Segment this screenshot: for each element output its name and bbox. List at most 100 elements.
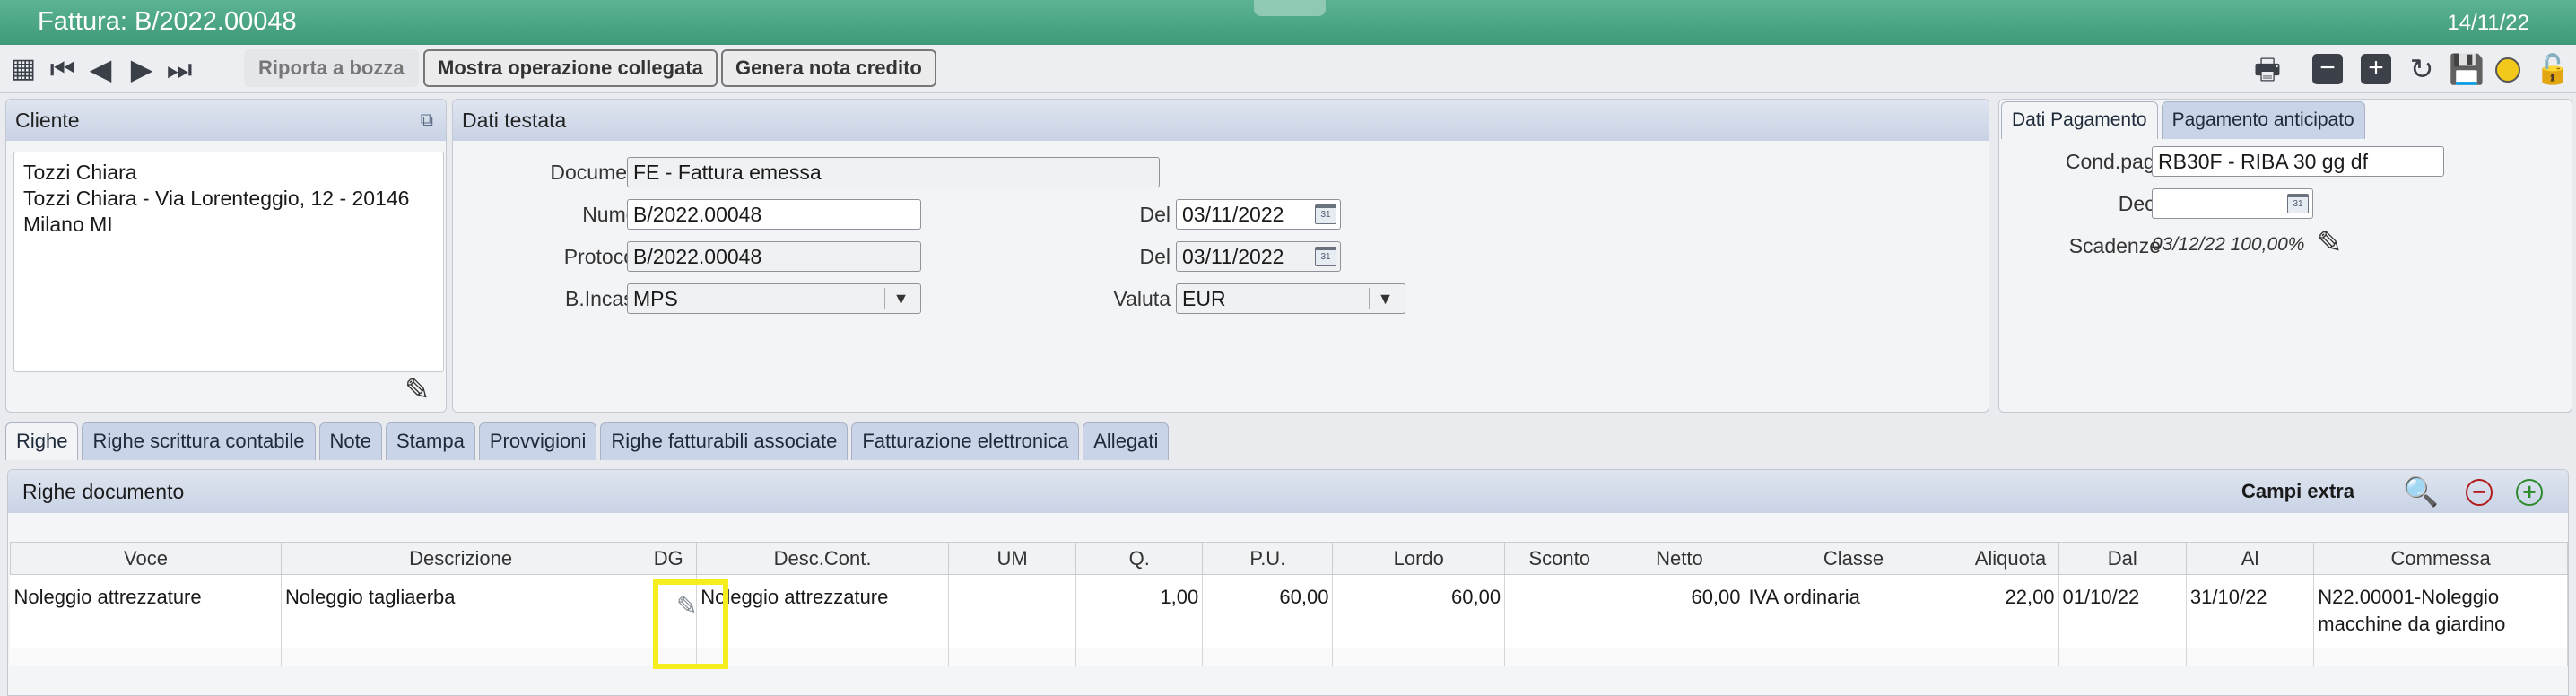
testata-panel: Dati testata Documento FE - Fattura emes… <box>452 99 1989 413</box>
edit-pencil-icon[interactable]: ✎ <box>2317 225 2343 261</box>
tab-fatturazione-elettronica[interactable]: Fatturazione elettronica <box>851 422 1080 460</box>
cell-descrizione[interactable]: Noleggio tagliaerba <box>281 574 641 648</box>
window-drag-handle[interactable] <box>1254 0 1326 16</box>
genera-nota-credito-button[interactable]: Genera nota credito <box>721 49 936 87</box>
chevron-down-icon[interactable]: ▼ <box>884 288 917 309</box>
tab-righe-scrittura-contabile[interactable]: Righe scrittura contabile <box>82 422 316 460</box>
lock-icon[interactable]: 🔓 <box>2535 52 2571 86</box>
cell-voce[interactable]: Noleggio attrezzature <box>10 574 282 648</box>
col-classe[interactable]: Classe <box>1744 542 1963 575</box>
add-icon[interactable]: + <box>2361 54 2391 84</box>
prev-icon[interactable]: ◀ <box>84 52 117 86</box>
calendar-icon[interactable]: 31 <box>1315 204 1336 224</box>
cell-desc-cont[interactable]: Noleggio attrezzature <box>696 574 949 648</box>
remove-row-icon[interactable]: − <box>2466 479 2493 506</box>
cell-aliquota[interactable]: 22,00 <box>1962 574 2059 648</box>
col-al[interactable]: Al <box>2185 542 2315 575</box>
scadenze-label: Scadenze <box>2068 234 2161 257</box>
numero-field[interactable]: B/2022.00048 <box>627 199 921 230</box>
remove-icon[interactable]: − <box>2312 54 2343 84</box>
cliente-address-box[interactable]: Tozzi Chiara Tozzi Chiara - Via Lorenteg… <box>13 152 444 372</box>
cell-pu[interactable]: 60,00 <box>1202 574 1334 648</box>
col-lordo[interactable]: Lordo <box>1332 542 1506 575</box>
calendar-icon[interactable]: 31 <box>1315 247 1336 266</box>
campi-extra-button[interactable]: Campi extra <box>2241 470 2354 513</box>
tab-allegati[interactable]: Allegati <box>1083 422 1170 460</box>
search-icon[interactable]: 🔍 <box>2403 475 2439 508</box>
pagamento-panel: Dati Pagamento Pagamento anticipato Cond… <box>1998 99 2572 413</box>
cell-netto[interactable]: 60,00 <box>1614 574 1745 648</box>
col-q[interactable]: Q. <box>1075 542 1204 575</box>
tab-note[interactable]: Note <box>318 422 382 460</box>
next-icon[interactable]: ▶ <box>126 52 158 86</box>
cond-pag-field[interactable]: RB30F - RIBA 30 gg df <box>2152 146 2444 177</box>
dec-field[interactable]: 31 <box>2152 188 2313 219</box>
cell-um[interactable] <box>948 574 1077 648</box>
edit-pencil-icon[interactable]: ✎ <box>405 372 431 408</box>
status-icon <box>2495 57 2520 83</box>
table-row[interactable]: Noleggio attrezzature Noleggio tagliaerb… <box>10 574 2568 648</box>
tab-stampa[interactable]: Stampa <box>385 422 475 460</box>
col-sconto[interactable]: Sconto <box>1504 542 1615 575</box>
add-row-icon[interactable]: + <box>2516 479 2543 506</box>
col-um[interactable]: UM <box>947 542 1077 575</box>
col-netto[interactable]: Netto <box>1614 542 1745 575</box>
cell-q[interactable]: 1,00 <box>1075 574 1204 648</box>
col-aliquota[interactable]: Aliquota <box>1962 542 2059 575</box>
col-commessa[interactable]: Commessa <box>2313 542 2568 575</box>
col-descrizione[interactable]: Descrizione <box>280 542 641 575</box>
dec-label: Dec. <box>2118 192 2161 215</box>
cell-dal[interactable]: 01/10/22 <box>2058 574 2187 648</box>
col-dal[interactable]: Dal <box>2058 542 2187 575</box>
tab-provvigioni[interactable]: Provvigioni <box>478 422 597 460</box>
tab-righe[interactable]: Righe <box>5 422 79 460</box>
righe-documento-header: Righe documento Campi extra 🔍 − + <box>8 470 2568 513</box>
grid-icon[interactable]: ▦ <box>5 52 41 86</box>
table-row[interactable] <box>10 648 2568 666</box>
cell-classe[interactable]: IVA ordinaria <box>1745 574 1963 648</box>
title-bar: Fattura: B/2022.00048 14/11/22 <box>0 0 2576 45</box>
del-date-field-1[interactable]: 03/11/2022 31 <box>1176 199 1341 230</box>
table-header-row: Voce Descrizione DG Desc.Cont. UM Q. P.U… <box>10 542 2568 575</box>
col-desc-cont[interactable]: Desc.Cont. <box>696 542 949 575</box>
bincasso-select[interactable]: MPS ▼ <box>627 283 921 314</box>
calendar-icon[interactable]: 31 <box>2287 194 2309 213</box>
link-icon[interactable]: ⧉ <box>421 100 433 141</box>
refresh-icon[interactable]: ↻ <box>2404 52 2440 86</box>
cliente-line1: Tozzi Chiara <box>23 161 137 184</box>
col-pu[interactable]: P.U. <box>1202 542 1334 575</box>
highlight-box <box>653 579 728 669</box>
cell-al[interactable]: 31/10/22 <box>2186 574 2315 648</box>
first-icon[interactable]: ⏮ <box>47 52 79 86</box>
cond-pag-label: Cond.pag. <box>2065 150 2161 173</box>
protocollo-field[interactable]: B/2022.00048 <box>627 241 921 272</box>
tab-righe-fatturabili[interactable]: Righe fatturabili associate <box>600 422 849 460</box>
del-date-1: 03/11/2022 <box>1182 203 1284 226</box>
print-icon[interactable]: 🖶 <box>2250 52 2285 86</box>
window-date: 14/11/22 <box>2447 11 2529 35</box>
chevron-down-icon[interactable]: ▼ <box>1369 288 1401 309</box>
cell-sconto[interactable] <box>1504 574 1615 648</box>
last-icon[interactable]: ⏭ <box>163 52 196 86</box>
toolbar: ▦ ⏮ ◀ ▶ ⏭ Riporta a bozza Mostra operazi… <box>0 45 2576 93</box>
del-label-2: Del <box>1139 245 1171 268</box>
mostra-operazione-button[interactable]: Mostra operazione collegata <box>423 49 718 87</box>
documento-field[interactable]: FE - Fattura emessa <box>627 157 1160 187</box>
pagamento-tabs: Dati Pagamento Pagamento anticipato <box>2001 101 2369 139</box>
bincasso-value: MPS <box>633 287 678 310</box>
valuta-select[interactable]: EUR ▼ <box>1176 283 1405 314</box>
cell-lordo[interactable]: 60,00 <box>1332 574 1506 648</box>
cliente-title: Cliente <box>15 109 80 132</box>
valuta-value: EUR <box>1182 287 1226 310</box>
riporta-bozza-button[interactable]: Riporta a bozza <box>244 49 419 87</box>
main-tabs: Righe Righe scrittura contabile Note Sta… <box>5 422 1172 460</box>
col-dg[interactable]: DG <box>640 542 698 575</box>
del-label-1: Del <box>1139 203 1171 226</box>
tab-pagamento-anticipato[interactable]: Pagamento anticipato <box>2161 101 2365 139</box>
cell-commessa[interactable]: N22.00001-Noleggio macchine da giardino <box>2313 574 2568 648</box>
cliente-line3: Milano MI <box>23 213 113 236</box>
del-date-field-2[interactable]: 03/11/2022 31 <box>1176 241 1341 272</box>
save-icon[interactable]: 💾 <box>2449 52 2485 86</box>
tab-dati-pagamento[interactable]: Dati Pagamento <box>2001 101 2158 139</box>
col-voce[interactable]: Voce <box>10 542 282 575</box>
